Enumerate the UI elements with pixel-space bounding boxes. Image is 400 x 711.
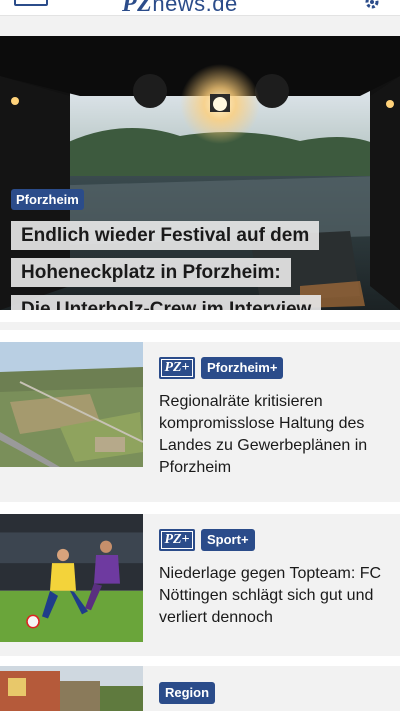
pz-plus-badge: PZ+ [159,357,195,379]
article-body: Region [159,682,391,711]
article-title[interactable]: Regionalräte kritisieren kompromisslose … [159,391,391,479]
app-header: PZnews.de [0,0,400,16]
article-image [0,666,143,711]
divider [0,310,400,322]
logo-suffix: news.de [152,0,238,16]
pz-plus-badge: PZ+ [159,529,195,551]
logo-prefix: PZ [122,0,153,16]
gear-icon[interactable] [364,0,380,10]
hero-category-tag[interactable]: Pforzheim [11,189,84,210]
hero-headline-line-3: Die Unterholz-Crew im Interview [11,295,322,310]
hero-headline-line-2: Hoheneckplatz in Pforzheim: [11,258,291,287]
hero-headline-line-1: Endlich wieder Festival auf dem [11,221,320,250]
hero-article[interactable]: Pforzheim Endlich wieder Festival auf de… [0,36,400,310]
article-image [0,514,143,642]
article-title[interactable]: Niederlage gegen Topteam: FC Nöttingen s… [159,563,391,629]
article-card[interactable]: Region [0,666,400,711]
category-badge[interactable]: Pforzheim+ [201,357,284,379]
article-body: PZ+ Sport+ Niederlage gegen Topteam: FC … [159,529,391,629]
hero-headline[interactable]: Endlich wieder Festival auf dem Hoheneck… [11,221,331,310]
article-body: PZ+ Pforzheim+ Regionalräte kritisieren … [159,357,391,479]
menu-icon[interactable] [14,0,48,6]
category-badge[interactable]: Sport+ [201,529,255,551]
category-badge[interactable]: Region [159,682,216,704]
article-card[interactable]: PZ+ Pforzheim+ Regionalräte kritisieren … [0,342,400,502]
divider [0,502,400,514]
site-logo[interactable]: PZnews.de [122,0,238,15]
divider [0,330,400,342]
article-card[interactable]: PZ+ Sport+ Niederlage gegen Topteam: FC … [0,514,400,656]
article-image [0,342,143,467]
